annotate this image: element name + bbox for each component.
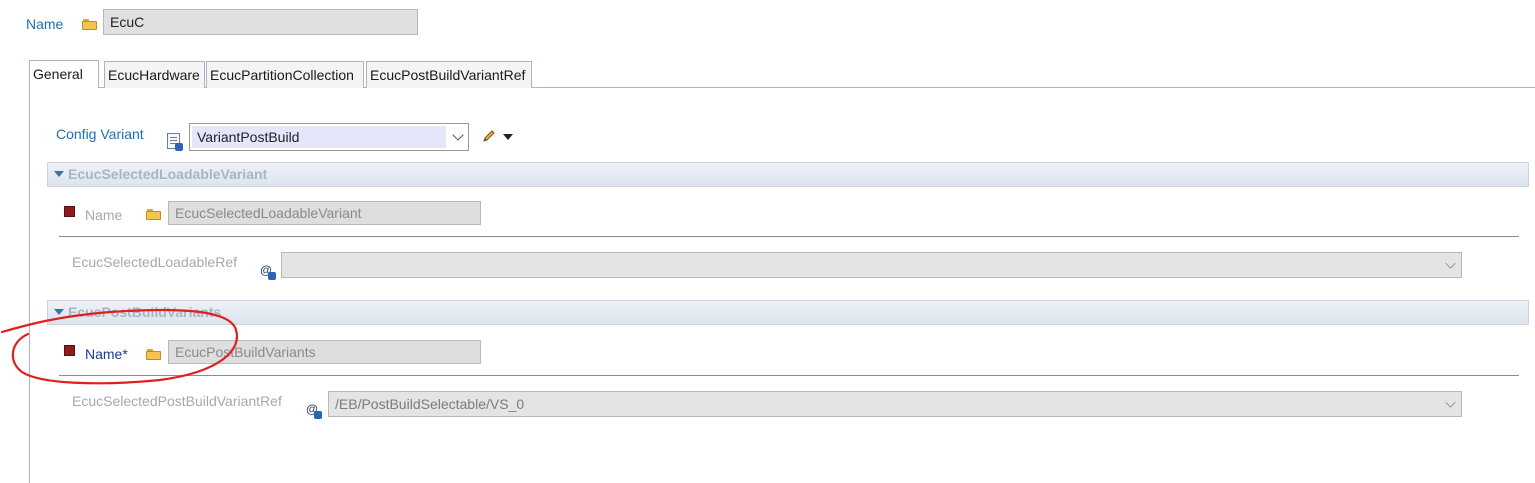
loadable-ref-label: EcucSelectedLoadableRef	[72, 254, 238, 270]
name-label: Name	[26, 16, 64, 32]
doc-variant-icon	[167, 133, 183, 151]
tab-general[interactable]: General	[29, 60, 99, 88]
folder-icon	[82, 19, 98, 31]
divider	[59, 375, 1519, 376]
tab-ecuc-partition-collection[interactable]: EcucPartitionCollection	[206, 61, 364, 88]
annotation-circle	[0, 308, 239, 385]
reference-icon: @	[258, 262, 276, 280]
dropdown-arrow-icon[interactable]	[503, 134, 513, 140]
loadable-ref-select[interactable]	[281, 252, 1462, 278]
chevron-down-icon	[1445, 397, 1456, 408]
required-marker-icon	[64, 206, 75, 217]
name-field[interactable]: EcuC	[103, 9, 418, 35]
config-variant-select[interactable]: VariantPostBuild	[189, 123, 469, 151]
section-loadable-variant[interactable]: EcucSelectedLoadableVariant	[47, 162, 1529, 187]
postbuild-ref-value: /EB/PostBuildSelectable/VS_0	[335, 396, 525, 412]
edit-pencil-icon[interactable]	[481, 128, 497, 144]
content-left-border	[29, 88, 30, 483]
tab-ecuc-hardware[interactable]: EcucHardware	[104, 61, 205, 88]
loadable-name-label: Name	[85, 207, 123, 223]
tab-bar: General EcucHardware EcucPartitionCollec…	[29, 59, 1535, 89]
loadable-name-field[interactable]: EcucSelectedLoadableVariant	[168, 201, 481, 225]
tab-ecuc-post-build-variant-ref[interactable]: EcucPostBuildVariantRef	[366, 61, 532, 88]
postbuild-ref-select[interactable]: /EB/PostBuildSelectable/VS_0	[328, 391, 1462, 417]
folder-icon	[146, 209, 162, 221]
postbuild-ref-label: EcucSelectedPostBuildVariantRef	[72, 393, 282, 409]
reference-icon: @	[304, 401, 322, 419]
chevron-down-icon	[452, 129, 464, 141]
section-loadable-title: EcucSelectedLoadableVariant	[68, 166, 268, 182]
config-variant-label: Config Variant	[56, 126, 144, 142]
config-variant-value: VariantPostBuild	[192, 126, 446, 148]
collapse-triangle-icon[interactable]	[54, 171, 64, 177]
section-postbuild-variants[interactable]: EcucPostBuildVariants	[47, 300, 1529, 325]
chevron-down-icon	[1445, 258, 1456, 269]
divider	[59, 236, 1519, 237]
